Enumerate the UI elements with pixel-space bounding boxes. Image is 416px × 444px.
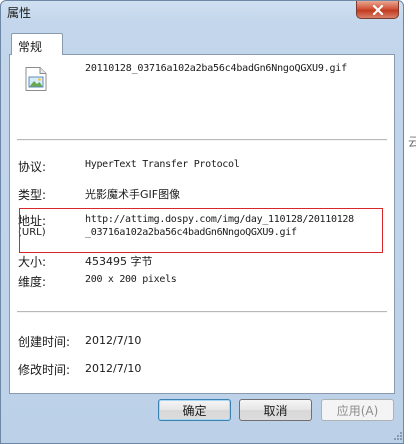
- cancel-button[interactable]: 取消: [239, 399, 312, 421]
- close-button[interactable]: [356, 1, 399, 19]
- background-text-fragment: 云: [408, 135, 416, 149]
- modified-label: 修改时间:: [18, 363, 71, 377]
- ok-button[interactable]: 确定: [158, 399, 231, 421]
- apply-button[interactable]: 应用(A): [321, 399, 394, 421]
- tab-general-label: 常规: [18, 40, 43, 54]
- resize-grip-icon[interactable]: [391, 431, 403, 443]
- size-value: 453495 字节: [85, 255, 153, 268]
- window-title: 属性: [7, 6, 32, 20]
- separator: [17, 311, 387, 313]
- size-label: 大小:: [18, 255, 47, 269]
- address-highlight-box: [19, 208, 383, 253]
- protocol-value: HyperText Transfer Protocol: [85, 159, 240, 170]
- gif-image-file-icon: [25, 67, 47, 91]
- type-label: 类型:: [18, 188, 47, 202]
- created-value: 2012/7/10: [85, 334, 142, 347]
- dimensions-value: 200 x 200 pixels: [85, 274, 177, 285]
- close-icon: [372, 4, 383, 15]
- protocol-label: 协议:: [18, 160, 47, 174]
- type-value: 光影魔术手GIF图像: [85, 188, 181, 201]
- dimensions-label: 维度:: [18, 275, 47, 289]
- file-name: 20110128_03716a102a2ba56c4badGn6NngoQGXU…: [85, 63, 347, 74]
- created-label: 创建时间:: [18, 335, 71, 349]
- properties-dialog: 属性 常规 20110128_03716a102a2ba56c4badGn6Nn…: [0, 0, 404, 444]
- separator: [17, 139, 387, 141]
- title-bar[interactable]: 属性: [1, 1, 403, 23]
- tab-general[interactable]: 常规: [11, 33, 63, 55]
- modified-value: 2012/7/10: [85, 362, 142, 375]
